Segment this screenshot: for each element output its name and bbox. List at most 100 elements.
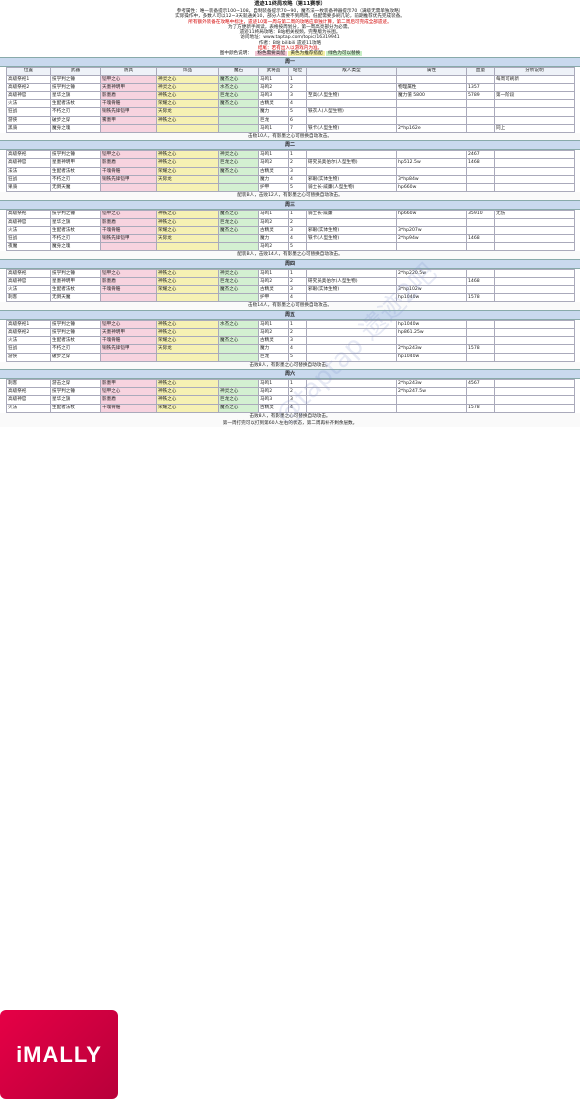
cell-item: 马鸣1: [258, 123, 289, 134]
table-row: 高级祭祀 技学判之锤 铠甲之心 神铁之心 神灵之心 马鸣1 1 2*hp220.5w: [6, 268, 575, 278]
cell-weapon: 游击之穿: [50, 378, 101, 389]
cell-weapon: 不朽之刃: [50, 174, 101, 185]
cell-stone: 巨龙之心: [218, 276, 259, 287]
week-table: 高级祭祀 技学判之锤 铠甲之心 神铁之心 神灵之心 马鸣1 1 2467 高级神官 星墨神明甲 影墨…: [6, 150, 575, 193]
cell-hp: 35910: [466, 209, 495, 219]
cell-weapon: 生配者法杖: [50, 336, 101, 346]
cell-acc: 神铁之心: [156, 387, 219, 397]
cell-attr: 2*hp162e: [396, 123, 467, 134]
column-header: 武器: [50, 66, 101, 76]
cell-weapon: 星华之旗: [50, 91, 101, 101]
column-header: 敌人类型: [306, 66, 397, 76]
cell-armor: 天墨神明甲: [100, 327, 157, 338]
cell-armor: 铠甲之心: [100, 319, 157, 329]
cell-armor: 铜铁先锋铠甲: [100, 174, 157, 185]
cell-pos: 刺客: [6, 378, 51, 389]
table-row: 果骑 无倒天魔 护甲 5 骑士长·威廉(人型生物) hp660w: [6, 183, 575, 193]
cell-note: [494, 293, 575, 303]
cell-note: [494, 276, 575, 287]
cell-hp: [466, 107, 495, 117]
cell-pos: 果骑: [6, 183, 51, 193]
cell-weapon: 星墨神明甲: [50, 276, 101, 287]
table-row: 火法 生配者法杖 千魂骨骼 荣耀之心 魔杰之心 古精灵 3 邪眼(实体生物) 3*hp102w: [6, 285, 575, 295]
cell-note: [494, 158, 575, 168]
cell-pos: 夜魔: [6, 242, 51, 252]
table-row: 火法 生配者法杖 千魂骨骼 荣耀之心 魔杰之心 古精灵 3 邪眼(实体生物) 3*hp207w: [6, 225, 575, 236]
cell-stone: 巨龙之心: [218, 395, 259, 405]
cell-hp: [466, 242, 495, 252]
legend-yellow: 黄色为推荐搭配: [288, 51, 325, 57]
week-header: 周六: [0, 368, 580, 379]
cell-acc: [156, 352, 219, 362]
cell-armor: 影墨盾: [100, 158, 157, 168]
cell-pos: 火法: [6, 285, 51, 295]
cell-note: [494, 319, 575, 329]
cell-slot: 3: [288, 91, 307, 101]
cell-attr: 2*hp243w: [396, 378, 467, 389]
cell-stone: [218, 123, 259, 134]
cell-attr: [396, 150, 467, 160]
cell-armor: 铜铁先锋铠甲: [100, 234, 157, 244]
cell-item: 魔力: [258, 174, 289, 185]
cell-hp: [466, 327, 495, 338]
table-row: 高级祭祀 技学判之锤 铠甲之心 神铁之心 魔杰之心 马鸣1 1 骑士长·威廉 hp660w 359…: [6, 209, 575, 219]
cell-enemy: 至高(人型生物): [306, 91, 397, 101]
cell-acc: 神灵之心: [156, 74, 219, 84]
cell-hp: [466, 336, 495, 346]
cell-item: 马鸣3: [258, 91, 289, 101]
cell-item: 护甲: [258, 293, 289, 303]
week-table: 位置 武器 防具 饰品 魔石 武将品 站位 敌人类型 属性 血量 分析说明 高级祭祀1 技学判之锤 铠甲之…: [6, 66, 575, 134]
cell-stone: 魔杰之心: [218, 285, 259, 295]
cell-attr: [396, 217, 467, 227]
cell-slot: 4: [288, 174, 307, 185]
cell-item: 马鸣1: [258, 150, 289, 160]
cell-hp: 1578: [466, 403, 495, 413]
cell-hp: [466, 217, 495, 227]
cell-stone: [218, 352, 259, 362]
cell-weapon: 技学判之锤: [50, 387, 101, 397]
cell-stone: 巨龙之心: [218, 217, 259, 227]
cell-weapon: 技学判之锤: [50, 74, 101, 84]
column-header: 分析说明: [494, 66, 575, 76]
table-row: 高级祭祀 技学判之锤 铠甲之心 神铁之心 神灵之心 马鸣1 1 2467: [6, 150, 575, 160]
cell-note: [494, 166, 575, 176]
cell-stone: [218, 234, 259, 244]
cell-stone: [218, 344, 259, 354]
cell-slot: 3: [288, 336, 307, 346]
cell-armor: [100, 352, 157, 362]
cell-armor: [100, 123, 157, 134]
table-row: 夜魔 魔身之魂 马鸣2 5: [6, 242, 575, 252]
cell-hp: [466, 225, 495, 236]
cell-acc: 神铁之心: [156, 150, 219, 160]
cell-stone: 巨龙之心: [218, 158, 259, 168]
cell-weapon: 技学判之锤: [50, 319, 101, 329]
cell-stone: 神灵之心: [218, 150, 259, 160]
weeks-container: 周一 位置 武器 防具 饰品 魔石 武将品 站位 敌人类型 属性 血量 分析说明 高级祭祀1 技学判之锤铠…: [0, 56, 580, 420]
table-row: 高级祭祀1 技学判之锤 铠甲之心 神灵之心 魔杰之心 马鸣1 1 每周可刷新: [6, 74, 575, 84]
cell-stone: [218, 293, 259, 303]
cell-note: [494, 242, 575, 252]
cell-stone: [218, 174, 259, 185]
cell-slot: 7: [288, 123, 307, 134]
cell-item: 马鸣2: [258, 158, 289, 168]
cell-acc: 神铁之心: [156, 276, 219, 287]
table-row: 狂战 不朽之刃 铜铁先锋铠甲 天际龙 魔力 4 邪眼(实体生物) 3*hp84w: [6, 174, 575, 185]
cell-slot: 1: [288, 150, 307, 160]
table-row: 高级祭祀1 技学判之锤 铠甲之心 神铁之心 水杰之心 马鸣1 1 hp1040w: [6, 319, 575, 329]
cell-hp: [466, 99, 495, 109]
cell-item: 魔力: [258, 107, 289, 117]
week-header: 周一: [0, 56, 580, 67]
legend-pink: 粉色需要高配: [255, 51, 287, 57]
cell-slot: 4: [288, 293, 307, 303]
cell-item: 古精灵: [258, 336, 289, 346]
cell-pos: 法法: [6, 166, 51, 176]
cell-acc: 神铁之心: [156, 115, 219, 125]
cell-acc: [156, 293, 219, 303]
cell-armor: 铜铁先锋铠甲: [100, 344, 157, 354]
cell-attr: [396, 115, 467, 125]
cell-weapon: 破步之穿: [50, 352, 101, 362]
cell-armor: 影墨盾: [100, 276, 157, 287]
cell-enemy: 铁衣人(人型生物): [306, 107, 397, 117]
cell-stone: 神灵之心: [218, 268, 259, 278]
cell-note: [494, 225, 575, 236]
